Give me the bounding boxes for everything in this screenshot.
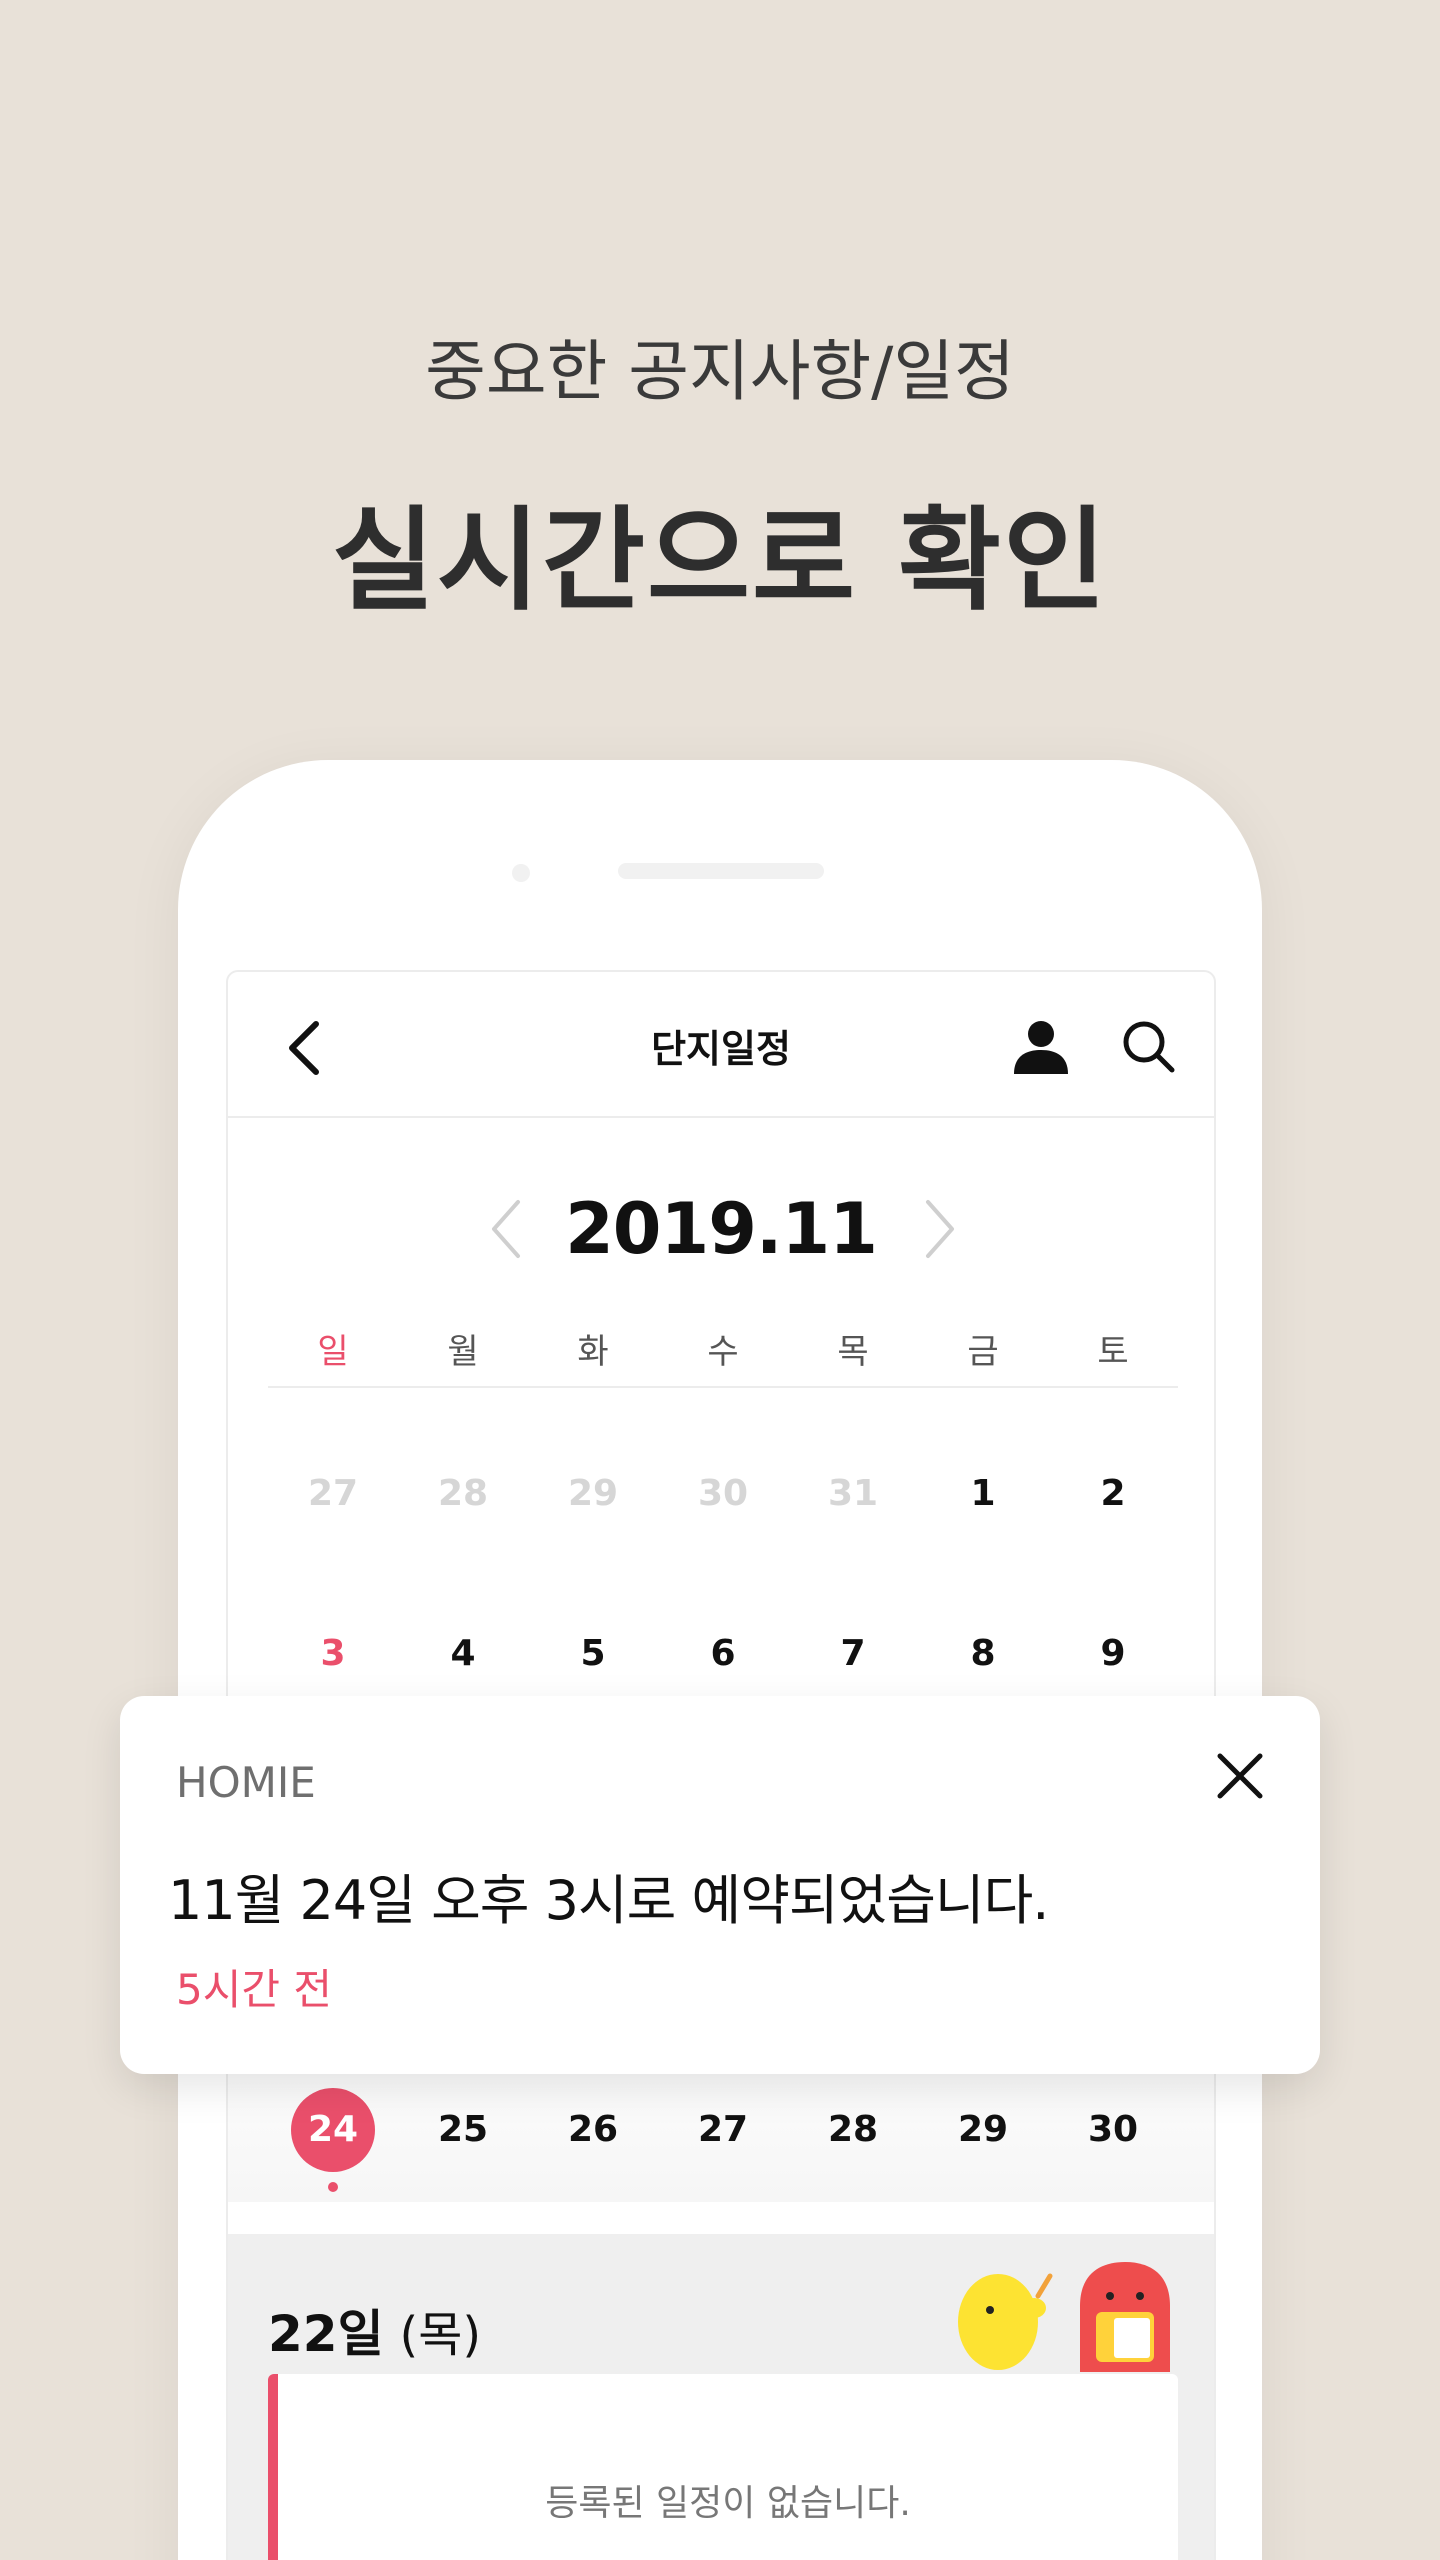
calendar-day[interactable]: 9 <box>1048 1614 1178 1694</box>
calendar-day[interactable]: 7 <box>788 1614 918 1694</box>
calendar-day[interactable]: 27 <box>268 1454 398 1534</box>
user-icon <box>1014 1021 1068 1074</box>
app-header: 단지일정 <box>228 972 1214 1118</box>
calendar-day[interactable]: 28 <box>398 1454 528 1534</box>
search-button[interactable] <box>1116 1014 1182 1080</box>
weekday-label: 화 <box>577 1332 609 1372</box>
event-dot <box>328 2182 338 2192</box>
schedule-card: 등록된 일정이 없습니다. <box>268 2374 1178 2560</box>
calendar-day[interactable]: 1 <box>918 1454 1048 1534</box>
calendar-day[interactable]: 30 <box>658 1454 788 1534</box>
notification-app-name: HOMIE <box>176 1758 316 1807</box>
next-month-button[interactable] <box>914 1194 964 1264</box>
calendar-day[interactable]: 27 <box>658 2090 788 2170</box>
calendar-week-row: 27 28 29 30 31 1 2 <box>268 1454 1178 1534</box>
push-notification[interactable]: HOMIE 11월 24일 오후 3시로 예약되었습니다. 5시간 전 <box>120 1696 1320 2074</box>
calendar-day[interactable]: 30 <box>1048 2090 1178 2170</box>
schedule-day: 22일 <box>268 2305 384 2363</box>
search-icon <box>1123 1021 1175 1073</box>
calendar-day[interactable]: 29 <box>528 1454 658 1534</box>
user-button[interactable] <box>1008 1014 1074 1080</box>
phone-camera <box>512 864 530 882</box>
notification-message: 11월 24일 오후 3시로 예약되었습니다. <box>168 1869 1049 1932</box>
calendar-day[interactable]: 8 <box>918 1614 1048 1694</box>
promo-subtitle: 중요한 공지사항/일정 <box>425 333 1015 410</box>
calendar-day[interactable]: 2 <box>1048 1454 1178 1534</box>
calendar-day[interactable]: 6 <box>658 1614 788 1694</box>
calendar-day[interactable]: 3 <box>268 1614 398 1694</box>
calendar-day[interactable]: 28 <box>788 2090 918 2170</box>
yellow-character-icon <box>958 2273 1053 2370</box>
schedule-weekday: (목) <box>399 2307 482 2363</box>
calendar-day[interactable]: 31 <box>788 1454 918 1534</box>
notification-time: 5시간 전 <box>176 1965 332 2014</box>
calendar-day[interactable]: 26 <box>528 2090 658 2170</box>
phone-speaker <box>618 863 824 879</box>
month-label: 2019.11 <box>565 1188 878 1270</box>
empty-schedule-text: 등록된 일정이 없습니다. <box>545 2483 911 2524</box>
calendar-week-row: 24 25 26 27 28 29 30 <box>268 2088 1178 2192</box>
calendar-day[interactable]: 25 <box>398 2090 528 2170</box>
promo-title: 실시간으로 확인 <box>331 496 1109 626</box>
chevron-right-icon <box>926 1200 954 1258</box>
schedule-date: 22일 (목) <box>268 2294 481 2366</box>
weekday-label: 일 <box>317 1332 349 1372</box>
weekday-label: 토 <box>1097 1332 1129 1372</box>
weekday-header: 일 월 화 수 목 금 토 <box>268 1324 1178 1388</box>
calendar-day-selected[interactable]: 24 <box>268 2088 398 2192</box>
month-navigator: 2019.11 <box>228 1182 1214 1282</box>
schedule-panel: 22일 (목) 등록된 일정이 없습니다. <box>228 2234 1214 2560</box>
red-character-icon <box>1080 2262 1170 2372</box>
close-button[interactable] <box>1210 1746 1270 1806</box>
close-icon <box>1217 1753 1263 1799</box>
calendar-day[interactable]: 29 <box>918 2090 1048 2170</box>
selected-day-label: 24 <box>291 2088 375 2172</box>
calendar-day[interactable]: 5 <box>528 1614 658 1694</box>
weekday-label: 금 <box>967 1332 999 1372</box>
calendar-week-row: 3 4 5 6 7 8 9 <box>268 1614 1178 1694</box>
weekday-label: 월 <box>447 1332 479 1372</box>
calendar-day[interactable]: 4 <box>398 1614 528 1694</box>
weekday-label: 목 <box>837 1332 869 1372</box>
weekday-label: 수 <box>707 1332 739 1372</box>
